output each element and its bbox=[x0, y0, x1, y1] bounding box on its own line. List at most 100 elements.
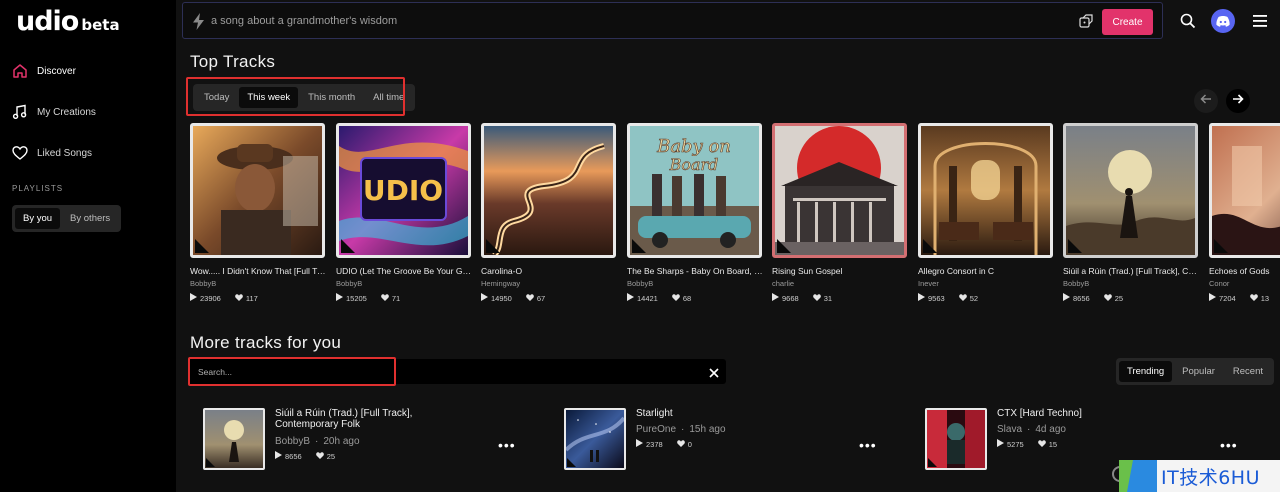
close-icon[interactable] bbox=[709, 365, 719, 383]
track-cover bbox=[1209, 123, 1280, 258]
track-artist[interactable]: Conor bbox=[1209, 279, 1280, 288]
track-stats: 8656 25 bbox=[1063, 293, 1199, 303]
track-artist[interactable]: BobbyB bbox=[190, 279, 326, 288]
more-options-icon[interactable]: ••• bbox=[1220, 437, 1238, 453]
prompt-input[interactable] bbox=[211, 11, 971, 31]
track-artist[interactable]: BobbyB bbox=[627, 279, 763, 288]
period-this-week[interactable]: This week bbox=[239, 87, 299, 108]
carousel-prev-button[interactable] bbox=[1194, 89, 1218, 113]
more-options-icon[interactable]: ••• bbox=[859, 437, 877, 453]
track-search-input[interactable] bbox=[198, 363, 388, 380]
heart-icon bbox=[381, 293, 389, 303]
track-card[interactable]: Carolina-O Hemingway 14950 67 bbox=[481, 123, 617, 303]
sidebar-item-liked-songs[interactable]: Liked Songs bbox=[12, 145, 92, 161]
list-item-artist[interactable]: Slava bbox=[997, 424, 1022, 435]
track-cover: UDIO bbox=[336, 123, 471, 258]
sort-popular[interactable]: Popular bbox=[1174, 361, 1223, 382]
track-card[interactable]: Allegro Consort in C Inever 9563 52 bbox=[918, 123, 1054, 303]
playlists-heading: PLAYLISTS bbox=[12, 184, 64, 193]
list-item[interactable]: CTX [Hard Techno] Slava · 4d ago 5275 15 bbox=[925, 408, 1082, 470]
list-item-meta: Slava · 4d ago bbox=[997, 424, 1066, 435]
list-item[interactable]: Starlight PureOne · 15h ago 2378 0 bbox=[564, 408, 726, 470]
like-count: 68 bbox=[682, 293, 692, 303]
sidebar-item-label: Discover bbox=[37, 65, 76, 77]
period-this-month[interactable]: This month bbox=[300, 87, 363, 108]
period-all-time[interactable]: All time bbox=[365, 87, 412, 108]
create-button[interactable]: Create bbox=[1102, 9, 1153, 35]
lightning-icon bbox=[192, 13, 205, 35]
play-icon bbox=[918, 293, 925, 303]
sort-trending[interactable]: Trending bbox=[1119, 361, 1173, 382]
list-item-meta: BobbyB · 20h ago bbox=[275, 436, 360, 447]
like-count: 117 bbox=[245, 293, 258, 303]
track-stats: 7204 13 bbox=[1209, 293, 1280, 303]
play-count: 14950 bbox=[491, 293, 512, 303]
track-card[interactable]: UDIO UDIO (Let The Groove Be Your Guide)… bbox=[336, 123, 472, 303]
track-cover bbox=[1063, 123, 1198, 258]
play-count: 5275 bbox=[1007, 439, 1024, 449]
play-icon bbox=[1209, 293, 1216, 303]
list-item-age: 15h ago bbox=[689, 424, 726, 435]
track-stats: 15205 71 bbox=[336, 293, 472, 303]
play-icon bbox=[772, 293, 779, 303]
heart-icon bbox=[812, 293, 821, 303]
heart-icon bbox=[315, 451, 324, 461]
play-count: 8656 bbox=[1073, 293, 1090, 303]
play-icon bbox=[336, 293, 343, 303]
udio-badge-icon bbox=[567, 458, 576, 467]
track-artist[interactable]: Hemingway bbox=[481, 279, 617, 288]
app-logo[interactable]: udio beta bbox=[16, 6, 120, 37]
track-card[interactable]: Siúil a Rúin (Trad.) [Full Track], Conte… bbox=[1063, 123, 1199, 303]
udio-badge-icon bbox=[1214, 239, 1228, 253]
play-count: 8656 bbox=[285, 451, 302, 461]
sidebar-item-discover[interactable]: Discover bbox=[12, 63, 76, 79]
list-item-artist[interactable]: PureOne bbox=[636, 424, 676, 435]
track-artist[interactable]: charlie bbox=[772, 279, 908, 288]
discord-icon[interactable] bbox=[1211, 9, 1235, 33]
logo-wordmark: udio bbox=[16, 6, 79, 37]
like-count: 0 bbox=[687, 439, 692, 449]
menu-icon[interactable] bbox=[1253, 14, 1267, 32]
track-title: Wow..... I Didn't Know That [Full Track] bbox=[190, 266, 326, 276]
like-count: 25 bbox=[326, 451, 336, 461]
track-artist[interactable]: Inever bbox=[918, 279, 1054, 288]
track-cover bbox=[481, 123, 616, 258]
search-icon[interactable] bbox=[1180, 13, 1196, 34]
track-title: Echoes of Gods bbox=[1209, 266, 1270, 276]
track-title: UDIO (Let The Groove Be Your Guide) bbox=[336, 266, 472, 276]
track-artist[interactable]: BobbyB bbox=[336, 279, 472, 288]
carousel-next-button[interactable] bbox=[1226, 89, 1250, 113]
play-icon bbox=[627, 293, 634, 303]
period-filter: Today This week This month All time bbox=[193, 84, 416, 111]
list-item-artist[interactable]: BobbyB bbox=[275, 436, 310, 447]
dice-icon[interactable] bbox=[1079, 14, 1093, 33]
track-card[interactable]: Baby on Board The Be Sharps - Baby On Boa… bbox=[627, 123, 763, 303]
watermark-text: IT技术6HU bbox=[1161, 466, 1260, 489]
track-stats: 9668 31 bbox=[772, 293, 908, 303]
track-artist[interactable]: BobbyB bbox=[1063, 279, 1199, 288]
list-item[interactable]: Siúil a Rúin (Trad.) [Full Track], Conte… bbox=[203, 408, 412, 470]
heart-icon bbox=[1037, 439, 1046, 449]
sort-recent[interactable]: Recent bbox=[1225, 361, 1271, 382]
track-card[interactable]: Echoes of Gods Conor 7204 13 bbox=[1209, 123, 1280, 303]
play-icon bbox=[275, 451, 282, 461]
play-icon bbox=[481, 293, 488, 303]
sidebar-item-my-creations[interactable]: My Creations bbox=[12, 104, 96, 120]
more-options-icon[interactable]: ••• bbox=[498, 437, 516, 453]
playlist-filter-by-you[interactable]: By you bbox=[15, 208, 61, 229]
period-today[interactable]: Today bbox=[196, 87, 237, 108]
track-cover bbox=[190, 123, 325, 258]
track-thumbnail bbox=[203, 408, 265, 470]
svg-text:Board: Board bbox=[669, 155, 719, 174]
more-tracks-title: More tracks for you bbox=[190, 333, 342, 352]
track-card[interactable]: Rising Sun Gospel charlie 9668 31 bbox=[772, 123, 908, 303]
track-card[interactable]: Wow..... I Didn't Know That [Full Track]… bbox=[190, 123, 326, 303]
prompt-bar: Create bbox=[182, 2, 1163, 39]
list-item-meta: PureOne · 15h ago bbox=[636, 424, 726, 435]
playlist-filter-by-others[interactable]: By others bbox=[62, 208, 118, 229]
watermark: IT技术6HU bbox=[1119, 460, 1280, 492]
udio-badge-icon bbox=[923, 239, 937, 253]
like-count: 31 bbox=[823, 293, 833, 303]
play-count: 9668 bbox=[782, 293, 799, 303]
heart-icon bbox=[12, 145, 28, 161]
